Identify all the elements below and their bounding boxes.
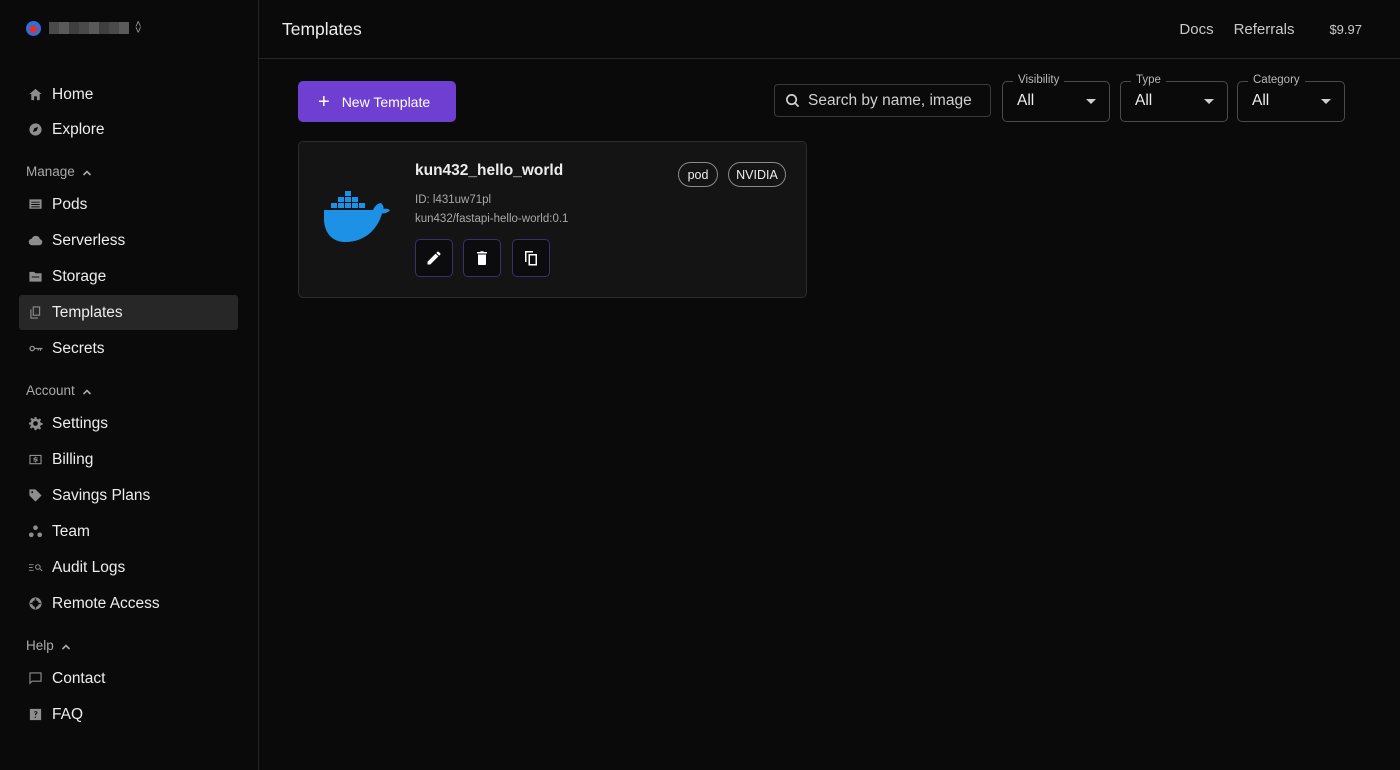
- sidebar-item-label: Contact: [52, 669, 106, 687]
- sidebar-item-audit-logs[interactable]: Audit Logs: [19, 550, 238, 585]
- sidebar-item-explore[interactable]: Explore: [19, 112, 238, 147]
- referrals-link[interactable]: Referrals: [1234, 21, 1295, 38]
- sidebar-item-billing[interactable]: Billing: [19, 442, 238, 477]
- section-account-toggle[interactable]: Account: [19, 380, 238, 400]
- workspace-switcher[interactable]: ˄ ˅: [26, 17, 238, 39]
- delete-template-button[interactable]: [463, 239, 501, 277]
- docker-logo-icon: [324, 191, 390, 242]
- chevron-updown-icon: ˄ ˅: [135, 19, 142, 37]
- sidebar-item-label: Audit Logs: [52, 558, 126, 576]
- key-icon: [27, 341, 43, 357]
- sidebar-item-savings-plans[interactable]: Savings Plans: [19, 478, 238, 513]
- sidebar-item-label: Serverless: [52, 231, 126, 249]
- top-links: Docs Referrals $9.97: [1159, 21, 1377, 38]
- sidebar-item-label: Billing: [52, 450, 94, 468]
- tag-nvidia: NVIDIA: [728, 162, 786, 187]
- sidebar-item-label: FAQ: [52, 705, 84, 723]
- sidebar-item-team[interactable]: Team: [19, 514, 238, 549]
- visibility-select[interactable]: Visibility All: [1002, 74, 1110, 122]
- workspace-logo-icon: [26, 20, 41, 36]
- main-content: Templates Docs Referrals $9.97 + New Tem…: [259, 0, 1400, 770]
- chevron-up-icon: [61, 640, 71, 650]
- tag-icon: [27, 488, 43, 504]
- workspace-name-redacted: [49, 22, 129, 34]
- section-title: Account: [26, 382, 75, 398]
- category-select[interactable]: Category All: [1237, 74, 1345, 122]
- pencil-icon: [427, 251, 441, 265]
- template-id: ID: l431uw71pl: [415, 194, 492, 206]
- sidebar-item-label: Savings Plans: [52, 486, 151, 504]
- edit-template-button[interactable]: [415, 239, 453, 277]
- plus-icon: +: [318, 90, 330, 113]
- new-template-label: New Template: [341, 93, 431, 110]
- template-name[interactable]: kun432_hello_world: [415, 162, 563, 180]
- section-help-toggle[interactable]: Help: [19, 635, 238, 655]
- select-legend: Category: [1248, 74, 1305, 86]
- search-input[interactable]: [808, 91, 988, 110]
- sidebar-item-pods[interactable]: Pods: [19, 187, 238, 222]
- gear-icon: [27, 416, 43, 432]
- copy-icon: [27, 305, 43, 321]
- new-template-button[interactable]: + New Template: [298, 81, 456, 122]
- select-value: All: [1135, 92, 1153, 109]
- tag-pod: pod: [678, 162, 718, 187]
- select-value: All: [1017, 92, 1035, 109]
- trash-icon: [477, 251, 487, 265]
- folder-icon: [27, 269, 43, 285]
- copy-template-button[interactable]: [512, 239, 550, 277]
- sidebar-item-templates[interactable]: Templates: [19, 295, 238, 330]
- sidebar-item-contact[interactable]: Contact: [19, 661, 238, 696]
- sidebar: ˄ ˅ Home Explore Manage Pods Serverless …: [0, 0, 259, 770]
- pods-icon: [27, 197, 43, 213]
- caret-down-icon: [1204, 99, 1214, 104]
- sidebar-item-label: Secrets: [52, 339, 105, 357]
- sidebar-item-home[interactable]: Home: [19, 77, 238, 112]
- sidebar-item-label: Templates: [52, 303, 123, 321]
- template-image: kun432/fastapi-hello-world:0.1: [415, 213, 569, 225]
- section-manage-toggle[interactable]: Manage: [19, 161, 238, 181]
- audit-icon: [27, 560, 43, 576]
- compass-icon: [27, 122, 43, 138]
- select-legend: Type: [1131, 74, 1166, 86]
- docs-link[interactable]: Docs: [1179, 21, 1213, 38]
- team-icon: [27, 524, 43, 540]
- select-legend: Visibility: [1013, 74, 1065, 86]
- sidebar-item-secrets[interactable]: Secrets: [19, 331, 238, 366]
- sidebar-item-serverless[interactable]: Serverless: [19, 223, 238, 258]
- chat-icon: [27, 671, 43, 687]
- sidebar-item-label: Settings: [52, 414, 109, 432]
- select-value: All: [1252, 92, 1270, 109]
- caret-down-icon: [1086, 99, 1096, 104]
- sidebar-item-label: Storage: [52, 267, 107, 285]
- dollar-icon: [27, 452, 43, 468]
- sidebar-item-faq[interactable]: FAQ: [19, 697, 238, 732]
- search-box[interactable]: [774, 84, 991, 117]
- app: ˄ ˅ Home Explore Manage Pods Serverless …: [0, 0, 1400, 770]
- sidebar-item-label: Home: [52, 85, 94, 103]
- search-icon: [786, 94, 800, 108]
- sidebar-item-label: Team: [52, 522, 90, 540]
- sidebar-item-remote-access[interactable]: Remote Access: [19, 586, 238, 621]
- type-select[interactable]: Type All: [1120, 74, 1228, 122]
- question-icon: [27, 707, 43, 723]
- chevron-up-icon: [82, 385, 92, 395]
- page-title: Templates: [282, 18, 362, 39]
- account-balance[interactable]: $9.97: [1329, 22, 1362, 37]
- cloud-icon: [27, 233, 43, 249]
- sidebar-item-storage[interactable]: Storage: [19, 259, 238, 294]
- template-card[interactable]: kun432_hello_world ID: l431uw71pl kun432…: [298, 141, 807, 298]
- home-icon: [27, 87, 43, 103]
- section-title: Manage: [26, 163, 75, 179]
- remote-icon: [27, 596, 43, 612]
- chevron-up-icon: [82, 166, 92, 176]
- copy-icon: [525, 251, 537, 266]
- templates-toolbar: + New Template Visibility All Type All C…: [298, 74, 1345, 122]
- sidebar-item-settings[interactable]: Settings: [19, 406, 238, 441]
- section-title: Help: [26, 637, 54, 653]
- sidebar-item-label: Remote Access: [52, 594, 160, 612]
- top-bar: Templates Docs Referrals $9.97: [259, 0, 1400, 59]
- sidebar-item-label: Pods: [52, 195, 88, 213]
- sidebar-item-label: Explore: [52, 120, 105, 138]
- caret-down-icon: [1321, 99, 1331, 104]
